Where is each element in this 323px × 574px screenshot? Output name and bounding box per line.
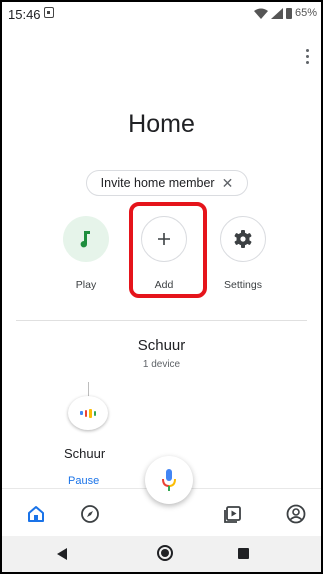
settings-label: Settings	[224, 279, 262, 291]
page-title: Home	[128, 110, 195, 138]
status-bar: 15:46 65%	[2, 2, 321, 26]
back-icon[interactable]	[57, 548, 67, 560]
app-screen: 15:46 65% Home Invite home member ✕ Play…	[2, 2, 321, 572]
home-circle-icon[interactable]	[157, 545, 173, 561]
media-icon[interactable]	[222, 503, 244, 525]
highlight-box	[129, 202, 207, 298]
home-icon[interactable]	[25, 503, 47, 525]
device-cable	[88, 382, 89, 397]
close-icon[interactable]: ✕	[222, 175, 234, 192]
invite-label: Invite home member	[100, 176, 215, 190]
account-icon[interactable]	[285, 503, 307, 525]
play-button[interactable]	[63, 216, 109, 262]
notification-icon	[44, 7, 54, 18]
music-note-icon	[80, 231, 90, 248]
settings-button[interactable]	[220, 216, 266, 262]
device-name[interactable]: Schuur	[64, 446, 105, 461]
battery-percent: 65%	[294, 7, 317, 19]
signal-icon	[270, 7, 283, 19]
battery-icon	[285, 7, 292, 19]
divider	[16, 320, 307, 321]
invite-home-member-chip[interactable]: Invite home member ✕	[86, 170, 248, 196]
room-device-count: 1 device	[142, 359, 181, 370]
recent-apps-icon[interactable]	[238, 548, 249, 559]
assistant-mic-button[interactable]	[145, 456, 193, 504]
discover-icon[interactable]	[79, 503, 101, 525]
pause-button[interactable]: Pause	[68, 475, 99, 487]
google-home-mini-icon[interactable]	[68, 396, 108, 430]
wifi-icon	[253, 8, 268, 19]
room-name: Schuur	[137, 337, 186, 354]
mic-icon	[162, 469, 176, 491]
more-options-icon[interactable]	[301, 46, 313, 68]
status-right: 65%	[253, 7, 317, 19]
status-time: 15:46	[8, 7, 41, 22]
play-label: Play	[75, 279, 97, 291]
gear-icon	[234, 230, 252, 248]
